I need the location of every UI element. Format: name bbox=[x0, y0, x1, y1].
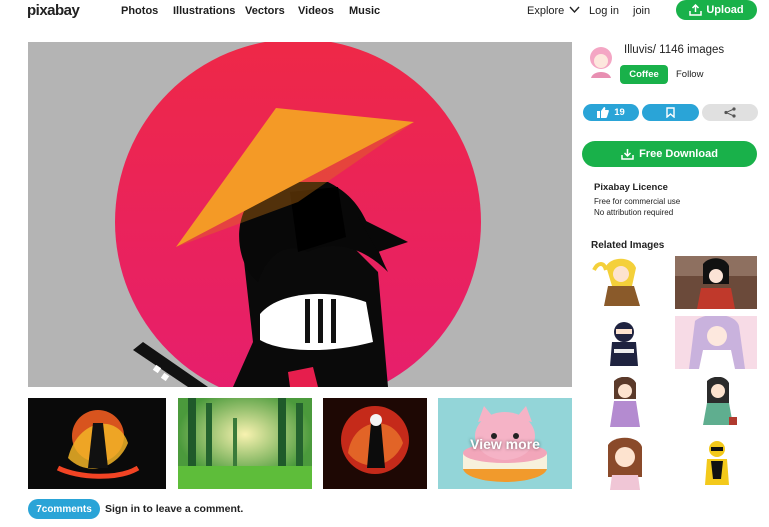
related-image-7[interactable] bbox=[584, 437, 666, 490]
brown-hair-girl-thumbnail bbox=[584, 437, 666, 490]
coffee-button[interactable]: Coffee bbox=[620, 65, 668, 84]
nav-photos[interactable]: Photos bbox=[121, 5, 158, 17]
pixabay-logo[interactable]: pixabay bbox=[27, 2, 80, 19]
dragon-samurai-thumbnail bbox=[323, 398, 427, 489]
chevron-down-icon bbox=[569, 6, 580, 14]
dragon-warrior-thumbnail bbox=[28, 398, 166, 489]
author-avatar[interactable] bbox=[588, 46, 614, 78]
nav-music[interactable]: Music bbox=[349, 5, 380, 17]
related-image-5[interactable] bbox=[584, 377, 666, 430]
nav-illustrations[interactable]: Illustrations bbox=[173, 5, 235, 17]
author-name[interactable]: Illuvis bbox=[624, 44, 653, 56]
licence-commercial-use: Free for commercial use bbox=[594, 197, 681, 206]
related-image-6[interactable] bbox=[675, 377, 757, 430]
join-link[interactable]: join bbox=[633, 5, 650, 17]
upload-icon bbox=[689, 4, 703, 16]
thumbnail-3[interactable] bbox=[323, 398, 427, 489]
nav-vectors[interactable]: Vectors bbox=[245, 5, 285, 17]
related-image-1[interactable] bbox=[584, 256, 666, 309]
thumbs-up-icon bbox=[597, 107, 610, 118]
free-download-button[interactable]: Free Download bbox=[582, 141, 757, 167]
author-image-count[interactable]: 1146 images bbox=[659, 44, 724, 56]
save-button[interactable] bbox=[642, 104, 699, 121]
bookmark-icon bbox=[666, 107, 675, 118]
licence-no-attribution: No attribution required bbox=[594, 208, 674, 217]
download-label: Free Download bbox=[639, 148, 718, 160]
explore-label: Explore bbox=[527, 5, 565, 17]
thumbnail-1[interactable] bbox=[28, 398, 166, 489]
pink-anime-thumbnail bbox=[675, 316, 757, 369]
nav-videos[interactable]: Videos bbox=[298, 5, 334, 17]
thumbnail-2[interactable] bbox=[178, 398, 312, 489]
like-button[interactable]: 19 bbox=[583, 104, 639, 121]
download-icon bbox=[621, 149, 634, 160]
blonde-girl-thumbnail bbox=[584, 256, 666, 309]
like-count: 19 bbox=[614, 107, 625, 118]
related-image-4[interactable] bbox=[675, 316, 757, 369]
sign-in-to-comment-link[interactable]: Sign in to leave a comment. bbox=[105, 503, 243, 515]
view-more-label: View more bbox=[470, 436, 540, 452]
ninja-thumbnail bbox=[584, 316, 666, 369]
main-image[interactable] bbox=[28, 42, 572, 387]
nav-explore[interactable]: Explore bbox=[527, 5, 580, 17]
author-line: Illuvis/ 1146 images bbox=[624, 44, 724, 56]
related-images-title: Related Images bbox=[591, 240, 665, 251]
share-button[interactable] bbox=[702, 104, 758, 121]
related-image-3[interactable] bbox=[584, 316, 666, 369]
top-navbar: pixabay Photos Illustrations Vectors Vid… bbox=[0, 0, 769, 26]
comments-button[interactable]: 7comments bbox=[28, 499, 100, 519]
licence-title[interactable]: Pixabay Licence bbox=[594, 182, 668, 193]
login-link[interactable]: Log in bbox=[589, 5, 619, 17]
girl-green-thumbnail bbox=[675, 377, 757, 430]
samurai-illustration bbox=[28, 42, 572, 387]
avatar-image bbox=[590, 47, 612, 78]
dark-hair-character-thumbnail bbox=[675, 256, 757, 309]
yellow-ninja-thumbnail bbox=[675, 437, 757, 490]
upload-label: Upload bbox=[706, 4, 744, 16]
girl-purple-thumbnail bbox=[584, 377, 666, 430]
thumbnail-view-more[interactable]: View more bbox=[438, 398, 572, 489]
author-separator: / bbox=[652, 44, 656, 56]
related-image-2[interactable] bbox=[675, 256, 757, 309]
forest-thumbnail bbox=[178, 398, 312, 489]
related-image-8[interactable] bbox=[675, 437, 757, 490]
upload-button[interactable]: Upload bbox=[676, 0, 757, 20]
follow-button[interactable]: Follow bbox=[676, 69, 703, 80]
share-icon bbox=[724, 107, 736, 118]
